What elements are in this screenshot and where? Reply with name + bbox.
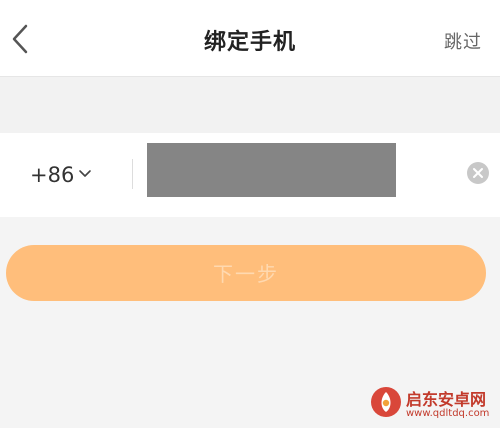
phone-input-row: +86 [0, 133, 500, 217]
skip-button[interactable]: 跳过 [444, 28, 482, 54]
phone-number-input[interactable] [147, 143, 396, 197]
chevron-down-icon[interactable] [78, 169, 92, 179]
separator [132, 159, 133, 189]
clear-icon[interactable] [467, 162, 489, 184]
watermark-url: www.qdltdq.com [406, 408, 490, 419]
next-step-button[interactable]: 下一步 [6, 245, 486, 301]
spacer [0, 77, 500, 133]
country-code-selector[interactable]: +86 [30, 163, 74, 187]
watermark-logo-icon [371, 387, 401, 417]
top-bar: 绑定手机 跳过 [0, 0, 500, 77]
site-watermark: 启东安卓网 www.qdltdq.com [370, 382, 498, 426]
page-title: 绑定手机 [203, 30, 296, 55]
watermark-title: 启东安卓网 [406, 390, 487, 409]
